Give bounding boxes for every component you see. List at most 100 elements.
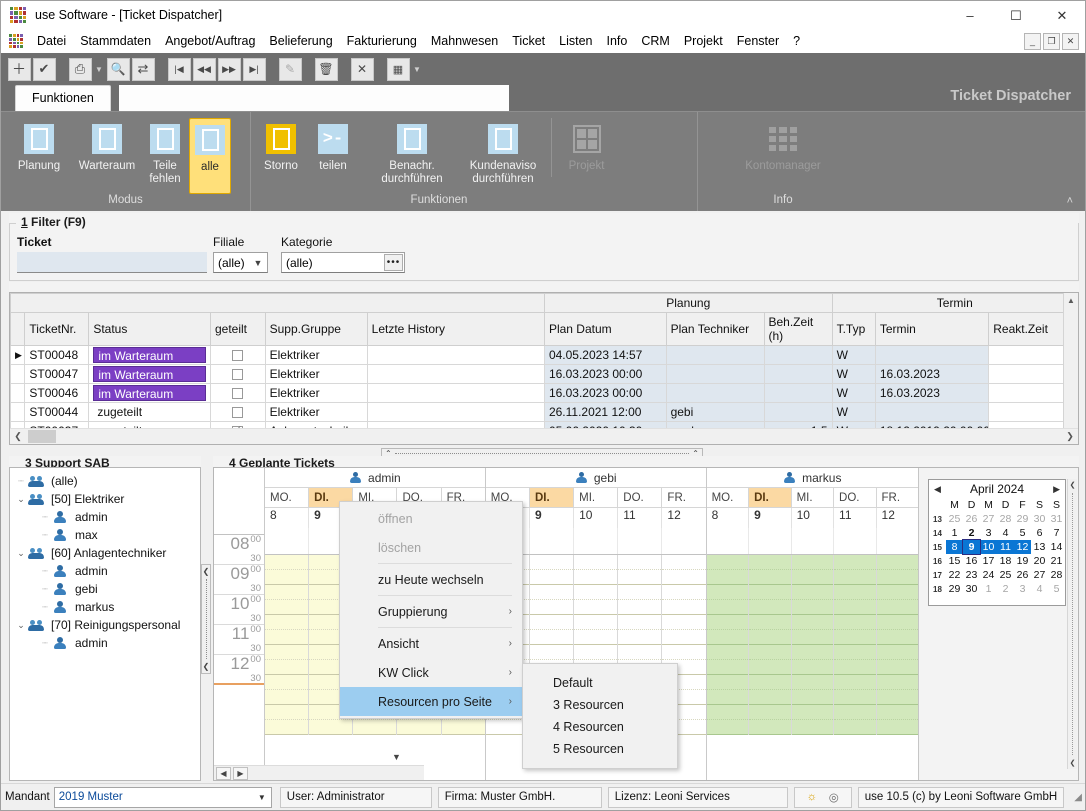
- allday-cell[interactable]: [265, 528, 308, 554]
- add-icon[interactable]: ＋: [7, 57, 31, 81]
- context-menu[interactable]: öffnenlöschenzu Heute wechselnGruppierun…: [339, 501, 523, 719]
- time-slot[interactable]: [530, 585, 573, 600]
- checkbox-icon[interactable]: [232, 350, 243, 361]
- checkbox-icon[interactable]: [232, 407, 243, 418]
- calendar-day-cell[interactable]: 24: [980, 568, 997, 582]
- time-slot[interactable]: [877, 645, 918, 660]
- time-slot[interactable]: [877, 600, 918, 615]
- time-slot[interactable]: [749, 585, 790, 600]
- grid-icon[interactable]: ▦: [386, 57, 410, 81]
- time-slot[interactable]: [834, 645, 875, 660]
- calendar-day-cell[interactable]: 31: [1048, 512, 1065, 526]
- checkbox-icon[interactable]: [232, 369, 243, 380]
- table-row[interactable]: ST00044zugeteiltElektriker26.11.2021 12:…: [11, 403, 1078, 422]
- day-slot-column[interactable]: [791, 555, 833, 735]
- submenu-item-3-resourcen[interactable]: 3 Resourcen: [523, 694, 677, 716]
- time-slot[interactable]: [707, 690, 748, 705]
- day-header-cell[interactable]: MI.: [573, 488, 617, 508]
- chevron-up-icon[interactable]: ˄: [1067, 195, 1073, 207]
- column-header-t-typ[interactable]: T.Typ: [832, 313, 875, 346]
- time-slot[interactable]: [662, 585, 705, 600]
- time-slot[interactable]: [834, 705, 875, 720]
- time-slot[interactable]: [792, 630, 833, 645]
- ticket-filter-input[interactable]: [17, 252, 207, 273]
- time-slot[interactable]: [353, 720, 396, 735]
- context-menu-item-resourcen-pro-seite[interactable]: Resourcen pro Seite›: [340, 687, 522, 716]
- time-slot[interactable]: [265, 675, 308, 690]
- submenu-item-default[interactable]: Default: [523, 672, 677, 694]
- tree-node[interactable]: ┈admin: [10, 634, 200, 652]
- menu-item-stammdaten[interactable]: Stammdaten: [73, 31, 158, 51]
- calendar-day-cell[interactable]: 20: [1031, 554, 1048, 568]
- print-dropdown-caret[interactable]: ▼: [93, 65, 105, 74]
- prev-record-icon[interactable]: ◀◀: [192, 57, 216, 81]
- cell-geteilt[interactable]: [210, 403, 265, 422]
- day-header-cell[interactable]: MI.: [791, 488, 833, 508]
- column-header-supp-gruppe[interactable]: Supp.Gruppe: [265, 313, 367, 346]
- day-header-cell[interactable]: DI.: [529, 488, 573, 508]
- day-header-cell[interactable]: FR.: [661, 488, 705, 508]
- time-slot[interactable]: [707, 705, 748, 720]
- time-slot[interactable]: [834, 615, 875, 630]
- chevron-down-icon[interactable]: ⌄: [14, 494, 28, 505]
- grid-dropdown-caret[interactable]: ▼: [411, 65, 423, 74]
- time-slot[interactable]: [618, 630, 661, 645]
- time-slot[interactable]: [749, 555, 790, 570]
- time-slot[interactable]: [618, 645, 661, 660]
- tree-node[interactable]: ┈gebi: [10, 580, 200, 598]
- time-slot[interactable]: [792, 675, 833, 690]
- day-number-cell[interactable]: 8: [707, 508, 748, 528]
- allday-cell[interactable]: [661, 528, 705, 554]
- ribbon-button-teilen[interactable]: >- teilen: [307, 118, 359, 177]
- time-slots[interactable]: [707, 555, 918, 735]
- last-record-icon[interactable]: ▶|: [242, 57, 266, 81]
- time-slot[interactable]: [707, 660, 748, 675]
- next-record-icon[interactable]: ▶▶: [217, 57, 241, 81]
- calendar-day-cell[interactable]: 14: [1048, 540, 1065, 554]
- time-slot[interactable]: [574, 585, 617, 600]
- scroll-right-icon[interactable]: ▶: [233, 767, 248, 780]
- calendar-day-cell[interactable]: 1: [980, 582, 997, 596]
- globe-icon[interactable]: ◎: [823, 787, 845, 808]
- time-slot[interactable]: [530, 645, 573, 660]
- calendar-day-cell[interactable]: 25: [946, 512, 963, 526]
- column-header-geteilt[interactable]: geteilt: [210, 313, 265, 346]
- time-slot[interactable]: [530, 555, 573, 570]
- ribbon-button-storno[interactable]: Storno: [255, 118, 307, 177]
- scroll-right-icon[interactable]: ❯: [1062, 431, 1078, 442]
- tickets-vertical-scrollbar[interactable]: ▲ ▼: [1063, 293, 1078, 444]
- day-header-cell[interactable]: DO.: [833, 488, 875, 508]
- time-slot[interactable]: [574, 570, 617, 585]
- mandant-select[interactable]: 2019 Muster ▼: [54, 787, 272, 808]
- time-slot[interactable]: [749, 600, 790, 615]
- time-slot[interactable]: [662, 570, 705, 585]
- cell-geteilt[interactable]: [210, 384, 265, 403]
- time-slot[interactable]: [834, 675, 875, 690]
- time-slot[interactable]: [265, 690, 308, 705]
- mdi-minimize-button[interactable]: _: [1024, 33, 1041, 50]
- calendar-day-cell[interactable]: 26: [963, 512, 980, 526]
- scroll-left-icon[interactable]: ❮: [10, 431, 26, 442]
- tickets-horizontal-scrollbar[interactable]: ❮ ❯: [10, 428, 1078, 444]
- time-slot[interactable]: [530, 600, 573, 615]
- day-number-cell[interactable]: 11: [617, 508, 661, 528]
- time-slot[interactable]: [749, 660, 790, 675]
- time-slot[interactable]: [662, 645, 705, 660]
- time-slot[interactable]: [397, 720, 440, 735]
- close-button[interactable]: ✕: [1039, 1, 1085, 30]
- time-slot[interactable]: [834, 570, 875, 585]
- table-row[interactable]: ST00046im WarteraumElektriker16.03.2023 …: [11, 384, 1078, 403]
- checkbox-icon[interactable]: [232, 388, 243, 399]
- splitter-collapse-left-icon-2[interactable]: ❮: [203, 662, 210, 671]
- context-menu-item-gruppierung[interactable]: Gruppierung›: [340, 597, 522, 626]
- time-slot[interactable]: [749, 675, 790, 690]
- calendar-day-cell[interactable]: 5: [1014, 526, 1031, 540]
- time-slot[interactable]: [792, 585, 833, 600]
- time-slot[interactable]: [792, 615, 833, 630]
- day-header-cell[interactable]: FR.: [876, 488, 918, 508]
- context-menu-item-ansicht[interactable]: Ansicht›: [340, 629, 522, 658]
- calendar-day-cell[interactable]: 26: [1014, 568, 1031, 582]
- allday-cell[interactable]: [876, 528, 918, 554]
- column-header-beh-zeit-h[interactable]: Beh.Zeit (h): [764, 313, 832, 346]
- time-slot[interactable]: [877, 555, 918, 570]
